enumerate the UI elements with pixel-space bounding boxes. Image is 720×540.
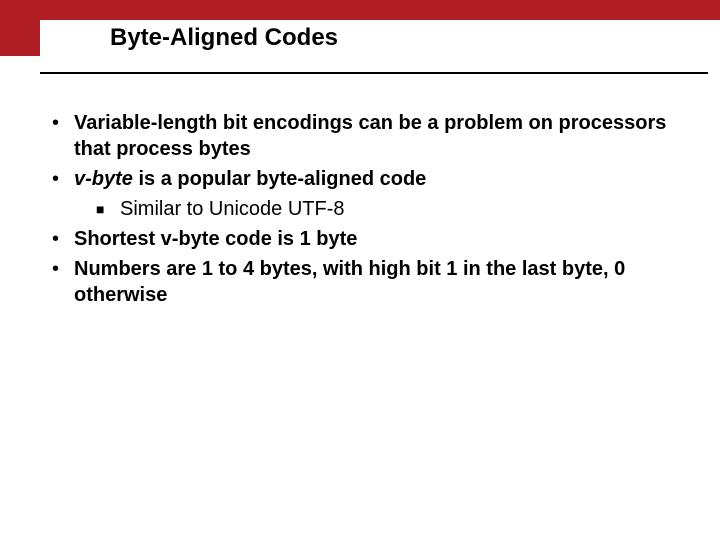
bullet-dot-icon: •: [52, 226, 74, 252]
bullet-text: Variable-length bit encodings can be a p…: [74, 110, 680, 162]
sub-bullet-item: ■ Similar to Unicode UTF-8: [96, 196, 680, 222]
bullet-text: Numbers are 1 to 4 bytes, with high bit …: [74, 256, 680, 308]
bullet-dot-icon: •: [52, 166, 74, 192]
slide-title: Byte-Aligned Codes: [110, 24, 338, 52]
bullet-dot-icon: •: [52, 256, 74, 282]
divider: [40, 72, 708, 74]
header-band: [0, 0, 720, 20]
content-area: • Variable-length bit encodings can be a…: [52, 110, 680, 312]
bullet-dot-icon: •: [52, 110, 74, 136]
header-notch: [0, 0, 40, 56]
bullet-text: v-byte is a popular byte-aligned code: [74, 166, 426, 192]
bullet-item: • Numbers are 1 to 4 bytes, with high bi…: [52, 256, 680, 308]
bullet-text: Shortest v-byte code is 1 byte: [74, 226, 357, 252]
bullet-square-icon: ■: [96, 196, 120, 222]
bullet-item: • Shortest v-byte code is 1 byte: [52, 226, 680, 252]
bullet-item: • v-byte is a popular byte-aligned code: [52, 166, 680, 192]
bullet-item: • Variable-length bit encodings can be a…: [52, 110, 680, 162]
slide: Byte-Aligned Codes • Variable-length bit…: [0, 0, 720, 540]
sub-bullet-text: Similar to Unicode UTF-8: [120, 196, 345, 222]
bullet-text-rest: is a popular byte-aligned code: [133, 168, 426, 190]
italic-term: v-byte: [74, 168, 133, 190]
